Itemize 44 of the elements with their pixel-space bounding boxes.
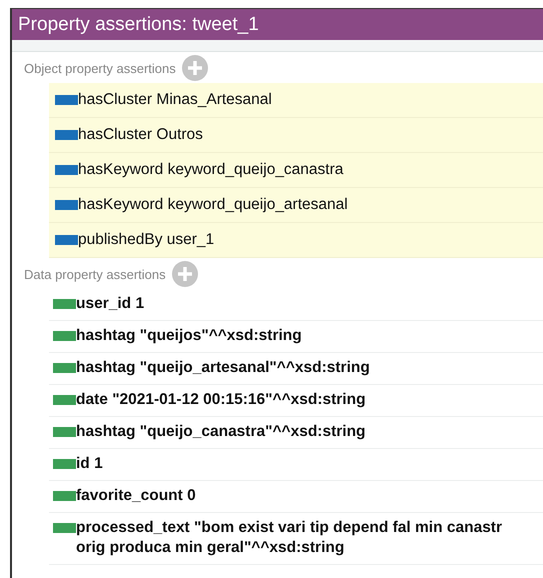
assertion-text: id 1 — [76, 454, 104, 474]
data-property-icon — [53, 523, 76, 533]
assertion-text: hashtag "queijos"^^xsd:string — [76, 326, 303, 346]
section-heading: Data property assertions — [24, 266, 166, 282]
assertion-row[interactable]: date "2021-01-12 00:15:16"^^xsd:string — [49, 385, 543, 417]
panel-title: Property assertions: tweet_1 — [12, 9, 543, 40]
object-property-icon — [55, 165, 78, 175]
object-property-icon — [55, 235, 78, 245]
assertion-row[interactable]: hasCluster Outros — [49, 118, 543, 153]
assertion-text: processed_text "bom exist vari tip depend fal min canastr orig produca min geral"^^xsd:string — [76, 518, 504, 558]
assertion-text: user_id 1 — [76, 294, 146, 314]
assertion-text: hasCluster Minas_Artesanal — [78, 90, 273, 110]
assertion-text: hasKeyword keyword_queijo_artesanal — [78, 195, 349, 215]
assertion-row[interactable]: hashtag "queijo_artesanal"^^xsd:string — [49, 353, 543, 385]
assertion-row[interactable]: id 1 — [49, 449, 543, 481]
assertion-text: hashtag "queijo_canastra"^^xsd:string — [76, 422, 366, 442]
object-property-icon — [55, 95, 78, 105]
assertion-row[interactable]: hasKeyword keyword_queijo_artesanal — [49, 188, 543, 223]
add-icon[interactable] — [182, 55, 208, 81]
assertion-row[interactable]: hasKeyword keyword_queijo_canastra — [49, 153, 543, 188]
assertion-row[interactable]: publishedBy user_1 — [49, 223, 543, 258]
object-property-icon — [55, 130, 78, 140]
assertion-text: hasCluster Outros — [78, 125, 204, 145]
assertion-text: hashtag "queijo_artesanal"^^xsd:string — [76, 358, 371, 378]
data-property-icon — [53, 299, 76, 309]
data-property-icon — [53, 331, 76, 341]
assertion-row[interactable]: user_id 1 — [49, 289, 543, 321]
assertion-row[interactable]: hasCluster Minas_Artesanal — [49, 83, 543, 118]
assertion-text: publishedBy user_1 — [78, 230, 216, 250]
data-property-icon — [53, 459, 76, 469]
data-property-icon — [53, 395, 76, 405]
assertion-row[interactable]: hashtag "queijos"^^xsd:string — [49, 321, 543, 353]
assertion-text: hasKeyword keyword_queijo_canastra — [78, 160, 344, 180]
assertion-text: favorite_count 0 — [76, 486, 197, 506]
object-property-icon — [55, 200, 78, 210]
assertion-text: date "2021-01-12 00:15:16"^^xsd:string — [76, 390, 367, 410]
assertion-row[interactable]: favorite_count 0 — [49, 481, 543, 513]
assertion-row[interactable]: hashtag "queijo_canastra"^^xsd:string — [49, 417, 543, 449]
data-property-icon — [53, 363, 76, 373]
data-property-icon — [53, 491, 76, 501]
section-heading: Object property assertions — [24, 60, 176, 76]
add-icon[interactable] — [172, 261, 198, 287]
assertion-row[interactable]: processed_text "bom exist vari tip depend fal min canastr orig produca min geral"^^xsd:string — [49, 513, 543, 565]
data-property-icon — [53, 427, 76, 437]
